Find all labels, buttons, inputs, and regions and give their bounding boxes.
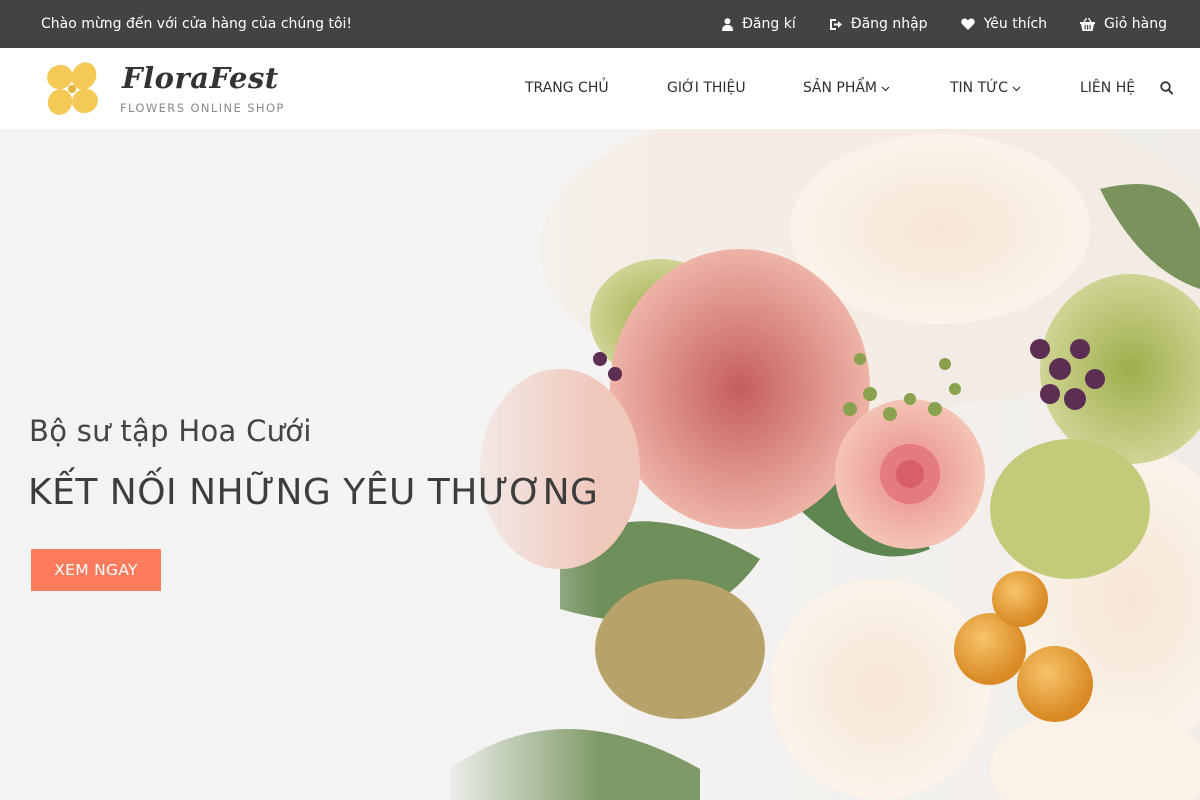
nav-item-products[interactable]: SẢN PHẨM (803, 48, 890, 129)
wishlist-link[interactable]: Yêu thích (960, 16, 1048, 32)
search-icon[interactable] (1160, 81, 1173, 95)
login-label: Đăng nhập (850, 16, 928, 32)
hero-title: KẾT NỐI NHỮNG YÊU THƯƠNG (28, 472, 599, 513)
welcome-message: Chào mừng đến với cửa hàng của chúng tôi… (41, 16, 353, 32)
user-icon (722, 17, 734, 31)
chevron-down-icon (1012, 86, 1021, 91)
basket-icon (1080, 17, 1096, 31)
register-label: Đăng kí (742, 16, 796, 32)
main-header: FloraFest FLOWERS ONLINE SHOP TRANG CHỦ … (0, 48, 1200, 129)
nav-item-label: SẢN PHẨM (803, 80, 878, 96)
nav-item-label: TIN TỨC (950, 80, 1008, 96)
cart-label: Giỏ hàng (1104, 16, 1167, 32)
nav-item-about[interactable]: GIỚI THIỆU (667, 48, 746, 129)
nav-item-news[interactable]: TIN TỨC (950, 48, 1021, 129)
sign-in-icon (829, 18, 842, 30)
nav-item-label: TRANG CHỦ (525, 80, 609, 96)
chevron-down-icon (881, 86, 890, 91)
account-links: Đăng kí Đăng nhập Yêu thích Giỏ hàng (689, 0, 1167, 48)
register-link[interactable]: Đăng kí (722, 16, 796, 32)
hero-subtitle: Bộ sư tập Hoa Cưới (29, 414, 312, 448)
nav-item-home[interactable]: TRANG CHỦ (525, 48, 609, 129)
nav-item-label: GIỚI THIỆU (667, 80, 746, 96)
cart-link[interactable]: Giỏ hàng (1080, 16, 1167, 32)
wishlist-label: Yêu thích (983, 16, 1048, 32)
nav-item-contact[interactable]: LIÊN HỆ (1080, 48, 1135, 129)
heart-icon (960, 18, 975, 30)
bouquet-image (440, 129, 1200, 800)
main-nav: TRANG CHỦ GIỚI THIỆU SẢN PHẨM TIN TỨC LI… (0, 48, 1200, 129)
shop-now-button[interactable]: XEM NGAY (31, 549, 161, 591)
hero-banner: Bộ sư tập Hoa Cưới KẾT NỐI NHỮNG YÊU THƯ… (0, 129, 1200, 800)
nav-item-label: LIÊN HỆ (1080, 80, 1136, 96)
login-link[interactable]: Đăng nhập (829, 16, 928, 32)
top-bar: Chào mừng đến với cửa hàng của chúng tôi… (0, 0, 1200, 48)
